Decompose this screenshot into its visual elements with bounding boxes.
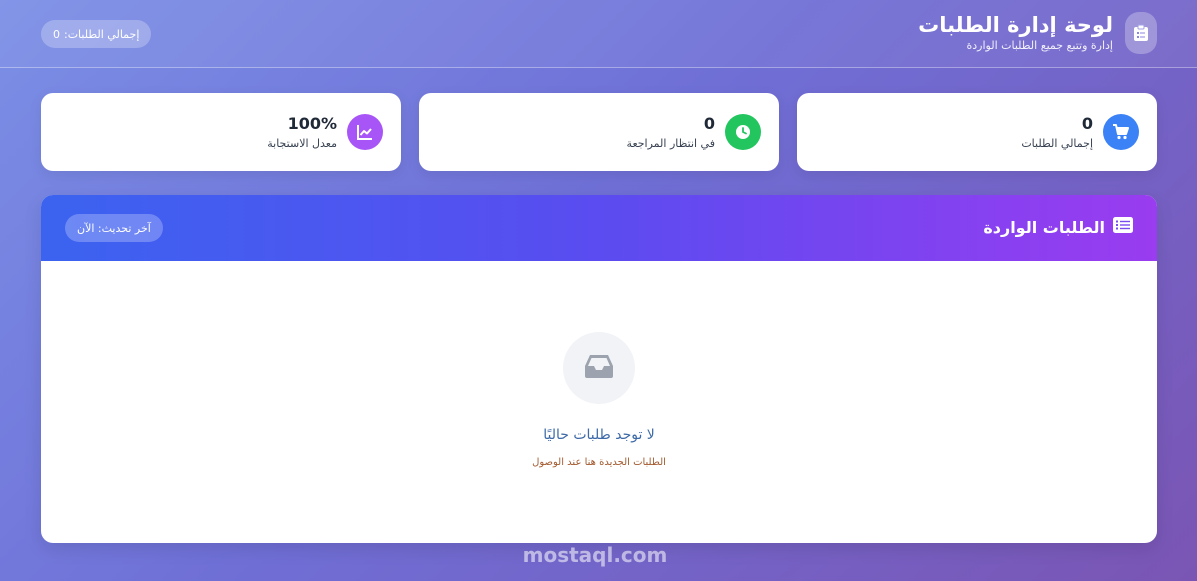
incoming-requests-panel: الطلبات الواردة آخر تحديث: الآن لا توجد … <box>41 195 1157 543</box>
stat-label-total: إجمالي الطلبات <box>1021 137 1093 150</box>
stat-label-response-rate: معدل الاستجابة <box>267 137 337 150</box>
stat-value-response-rate: 100% <box>287 114 337 133</box>
empty-state-title: لا توجد طلبات حاليًا <box>543 427 655 443</box>
page-title: لوحة إدارة الطلبات <box>918 13 1113 37</box>
panel-title-text: الطلبات الواردة <box>983 217 1105 237</box>
total-requests-value: 0 <box>53 27 60 41</box>
watermark-latin: mostaql.com <box>522 543 668 567</box>
top-header: لوحة إدارة الطلبات إدارة وتتبع جميع الطل… <box>0 0 1197 68</box>
watermark-arabic: مستقل <box>532 502 658 542</box>
chart-line-icon <box>347 114 383 150</box>
stat-label-pending: في انتظار المراجعة <box>626 137 715 150</box>
last-update-badge: آخر تحديث: الآن <box>65 214 163 242</box>
total-requests-pill: إجمالي الطلبات: 0 <box>41 20 152 48</box>
stat-value-total: 0 <box>1081 114 1093 133</box>
total-requests-label: إجمالي الطلبات: <box>64 27 140 41</box>
stat-card-response-rate: 100% معدل الاستجابة <box>41 93 401 171</box>
inbox-icon <box>584 353 614 383</box>
stat-card-pending: 0 في انتظار المراجعة <box>419 93 779 171</box>
mostaql-watermark: مستقل mostaql.com <box>520 500 670 570</box>
panel-title: الطلبات الواردة <box>983 217 1133 237</box>
clock-icon <box>725 114 761 150</box>
cart-icon <box>1103 114 1139 150</box>
page-subtitle: إدارة وتتبع جميع الطلبات الواردة <box>966 39 1114 52</box>
stat-card-total: 0 إجمالي الطلبات <box>797 93 1157 171</box>
clipboard-list-icon <box>1125 12 1157 54</box>
stat-value-pending: 0 <box>703 114 715 133</box>
empty-state-icon-wrap <box>563 332 635 404</box>
empty-state-subtitle: الطلبات الجديدة هنا عند الوصول <box>532 457 666 468</box>
list-icon <box>1113 217 1133 237</box>
panel-header: الطلبات الواردة آخر تحديث: الآن <box>41 195 1157 261</box>
header-brand: لوحة إدارة الطلبات إدارة وتتبع جميع الطل… <box>918 12 1157 54</box>
